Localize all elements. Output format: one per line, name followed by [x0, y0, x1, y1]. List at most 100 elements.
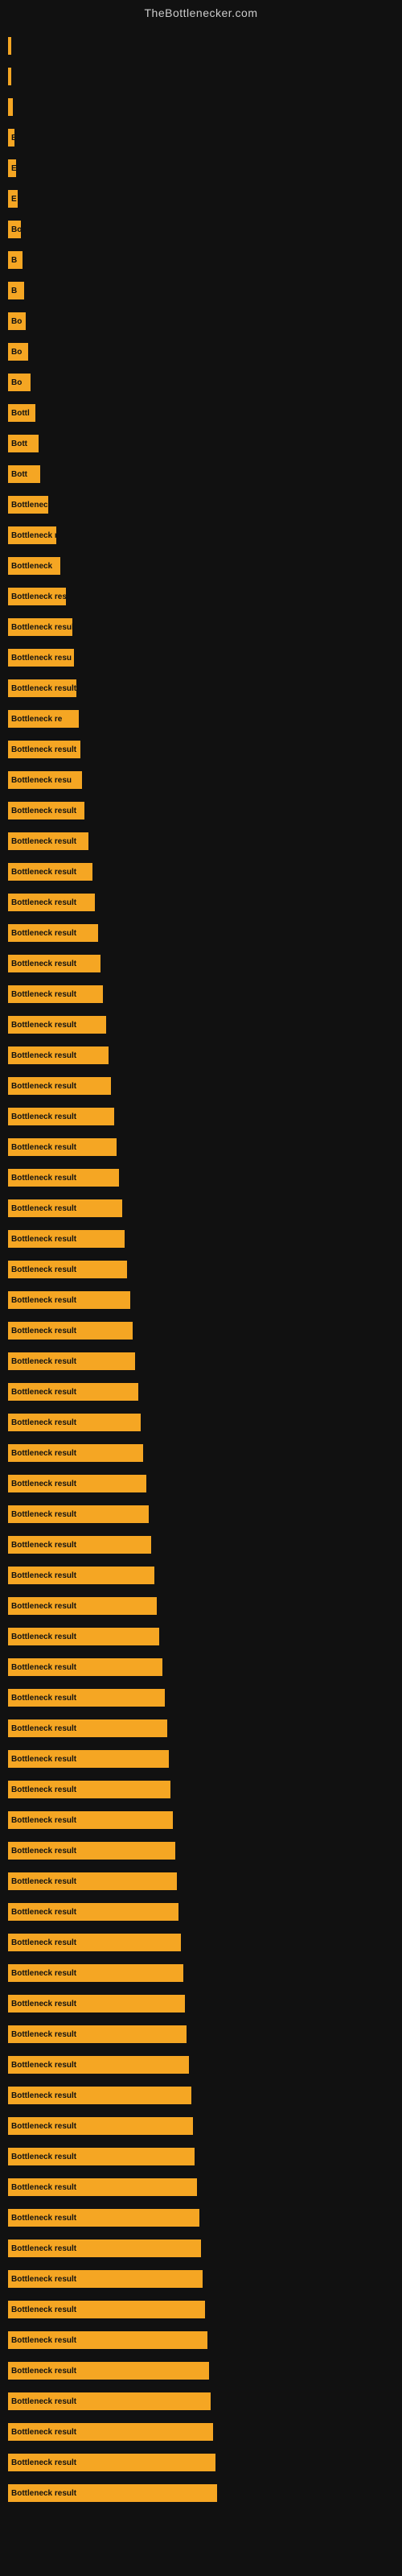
bar: E: [8, 190, 18, 208]
bar: B: [8, 251, 23, 269]
bar: Bottleneck result: [8, 2484, 217, 2502]
bar-row: Bott: [8, 428, 394, 459]
bar: Bottl: [8, 404, 35, 422]
bar: Bo: [8, 221, 21, 238]
bar-row: Bottleneck result: [8, 1621, 394, 1652]
bar: Bottleneck result: [8, 1077, 111, 1095]
bar: Bottleneck resu: [8, 771, 82, 789]
bar: Bottleneck result: [8, 1781, 170, 1798]
bar: Bottleneck result: [8, 1352, 135, 1370]
bar-row: Bottleneck result: [8, 1805, 394, 1835]
bar-row: Bottleneck result: [8, 2202, 394, 2233]
bar-row: Bottleneck result: [8, 1346, 394, 1377]
bar: Bottleneck result: [8, 2301, 205, 2318]
bar-row: Bottleneck result: [8, 1071, 394, 1101]
bar: Bottleneck result: [8, 2117, 193, 2135]
bar: Bottleneck result: [8, 2025, 187, 2043]
bar-row: Bottleneck result: [8, 1713, 394, 1744]
bar-row: Bottleneck result: [8, 2111, 394, 2141]
bar: Bottleneck result: [8, 1444, 143, 1462]
bar: Bottleneck result: [8, 1995, 185, 2013]
bar-row: Bottleneck result: [8, 795, 394, 826]
bar-row: Bo: [8, 367, 394, 398]
bar-row: Bottleneck result: [8, 2080, 394, 2111]
bar: Bottleneck result: [8, 1811, 173, 1829]
bar: Bottleneck result: [8, 741, 80, 758]
bar: Bottleneck result: [8, 1138, 117, 1156]
bar: Bottleneck result: [8, 1322, 133, 1340]
bar: Bottleneck result: [8, 1261, 127, 1278]
bar: Bottleneck result: [8, 1872, 177, 1890]
bar: Bottleneck result: [8, 1230, 125, 1248]
bar: Bottleneck result: [8, 2423, 213, 2441]
bar: Bott: [8, 435, 39, 452]
bar-row: Bottleneck result: [8, 2264, 394, 2294]
bar: Bottleneck result: [8, 802, 84, 819]
bar-row: Bottleneck re: [8, 704, 394, 734]
bar-row: Bottleneck res: [8, 520, 394, 551]
bar-row: Bottleneck result: [8, 1835, 394, 1866]
bar: [8, 68, 11, 85]
bar-row: Bottleneck result: [8, 1774, 394, 1805]
bar: Bottleneck result: [8, 2392, 211, 2410]
bar-row: [8, 31, 394, 61]
bar-row: Bottleneck result: [8, 1438, 394, 1468]
bar: Bottleneck result: [8, 2270, 203, 2288]
bar-row: B: [8, 275, 394, 306]
bar: Bottleneck result: [8, 1505, 149, 1523]
bar-row: Bottleneck result: [8, 1040, 394, 1071]
bar-row: Bottleneck result: [8, 1988, 394, 2019]
bar-row: Bottleneck resu: [8, 765, 394, 795]
bar-row: Bottl: [8, 398, 394, 428]
bar-row: Bottlenec: [8, 489, 394, 520]
bar-row: Bottleneck result: [8, 2325, 394, 2355]
bar-row: Bottleneck result: [8, 2050, 394, 2080]
bar-row: Bottleneck result: [8, 1866, 394, 1897]
bar-row: Bottleneck resu: [8, 642, 394, 673]
bar: Bottleneck result: [8, 985, 103, 1003]
bar: Bottleneck result: [8, 2148, 195, 2165]
bar: Bottleneck result: [8, 1383, 138, 1401]
bar: Bottleneck result: [8, 924, 98, 942]
bar-row: E: [8, 184, 394, 214]
bar-row: Bottleneck result: [8, 1897, 394, 1927]
bar: Bottleneck result: [8, 2331, 207, 2349]
bar-row: Bottleneck result: [8, 1499, 394, 1530]
bar-row: Bottleneck result: [8, 1377, 394, 1407]
bar-row: [8, 61, 394, 92]
bar-row: Bottleneck result: [8, 1560, 394, 1591]
bar-row: Bottleneck result: [8, 1009, 394, 1040]
bar: Bottleneck result: [8, 1536, 151, 1554]
bar: Bottleneck result: [8, 2056, 189, 2074]
bar: Bottleneck result: [8, 1199, 122, 1217]
bar-row: Bottleneck result: [8, 2019, 394, 2050]
bar-row: Bottleneck result: [8, 1224, 394, 1254]
bar: Bottleneck result: [8, 1597, 157, 1615]
bar: Bottleneck result: [8, 2240, 201, 2257]
bar: Bottleneck result: [8, 955, 100, 972]
bar-row: Bottleneck result: [8, 857, 394, 887]
bar: Bottleneck resu: [8, 649, 74, 667]
bar-row: Bottleneck result: [8, 918, 394, 948]
bar: Bottleneck result: [8, 1719, 167, 1737]
bar: B: [8, 282, 24, 299]
bar-row: Bottleneck result: [8, 2447, 394, 2478]
bar: Bottleneck result: [8, 1567, 154, 1584]
bar-row: Bottleneck result: [8, 1652, 394, 1682]
bar: E: [8, 159, 16, 177]
bar-row: Bottleneck result: [8, 2417, 394, 2447]
bar: Bottleneck resu: [8, 588, 66, 605]
bar-row: Bottleneck result: [8, 1254, 394, 1285]
bar-row: E: [8, 122, 394, 153]
bar: Bottleneck result: [8, 2454, 215, 2471]
bar: Bottleneck result: [8, 1689, 165, 1707]
bar: Bottleneck result: [8, 1964, 183, 1982]
bar: Bottleneck result: [8, 1414, 141, 1431]
bar: Bottleneck result: [8, 1169, 119, 1187]
bar: Bottleneck re: [8, 710, 79, 728]
bar-row: Bottleneck result: [8, 612, 394, 642]
bar: Bottleneck: [8, 557, 60, 575]
bar-row: Bottleneck result: [8, 1591, 394, 1621]
bar-row: Bottleneck: [8, 551, 394, 581]
bar-row: Bo: [8, 306, 394, 336]
